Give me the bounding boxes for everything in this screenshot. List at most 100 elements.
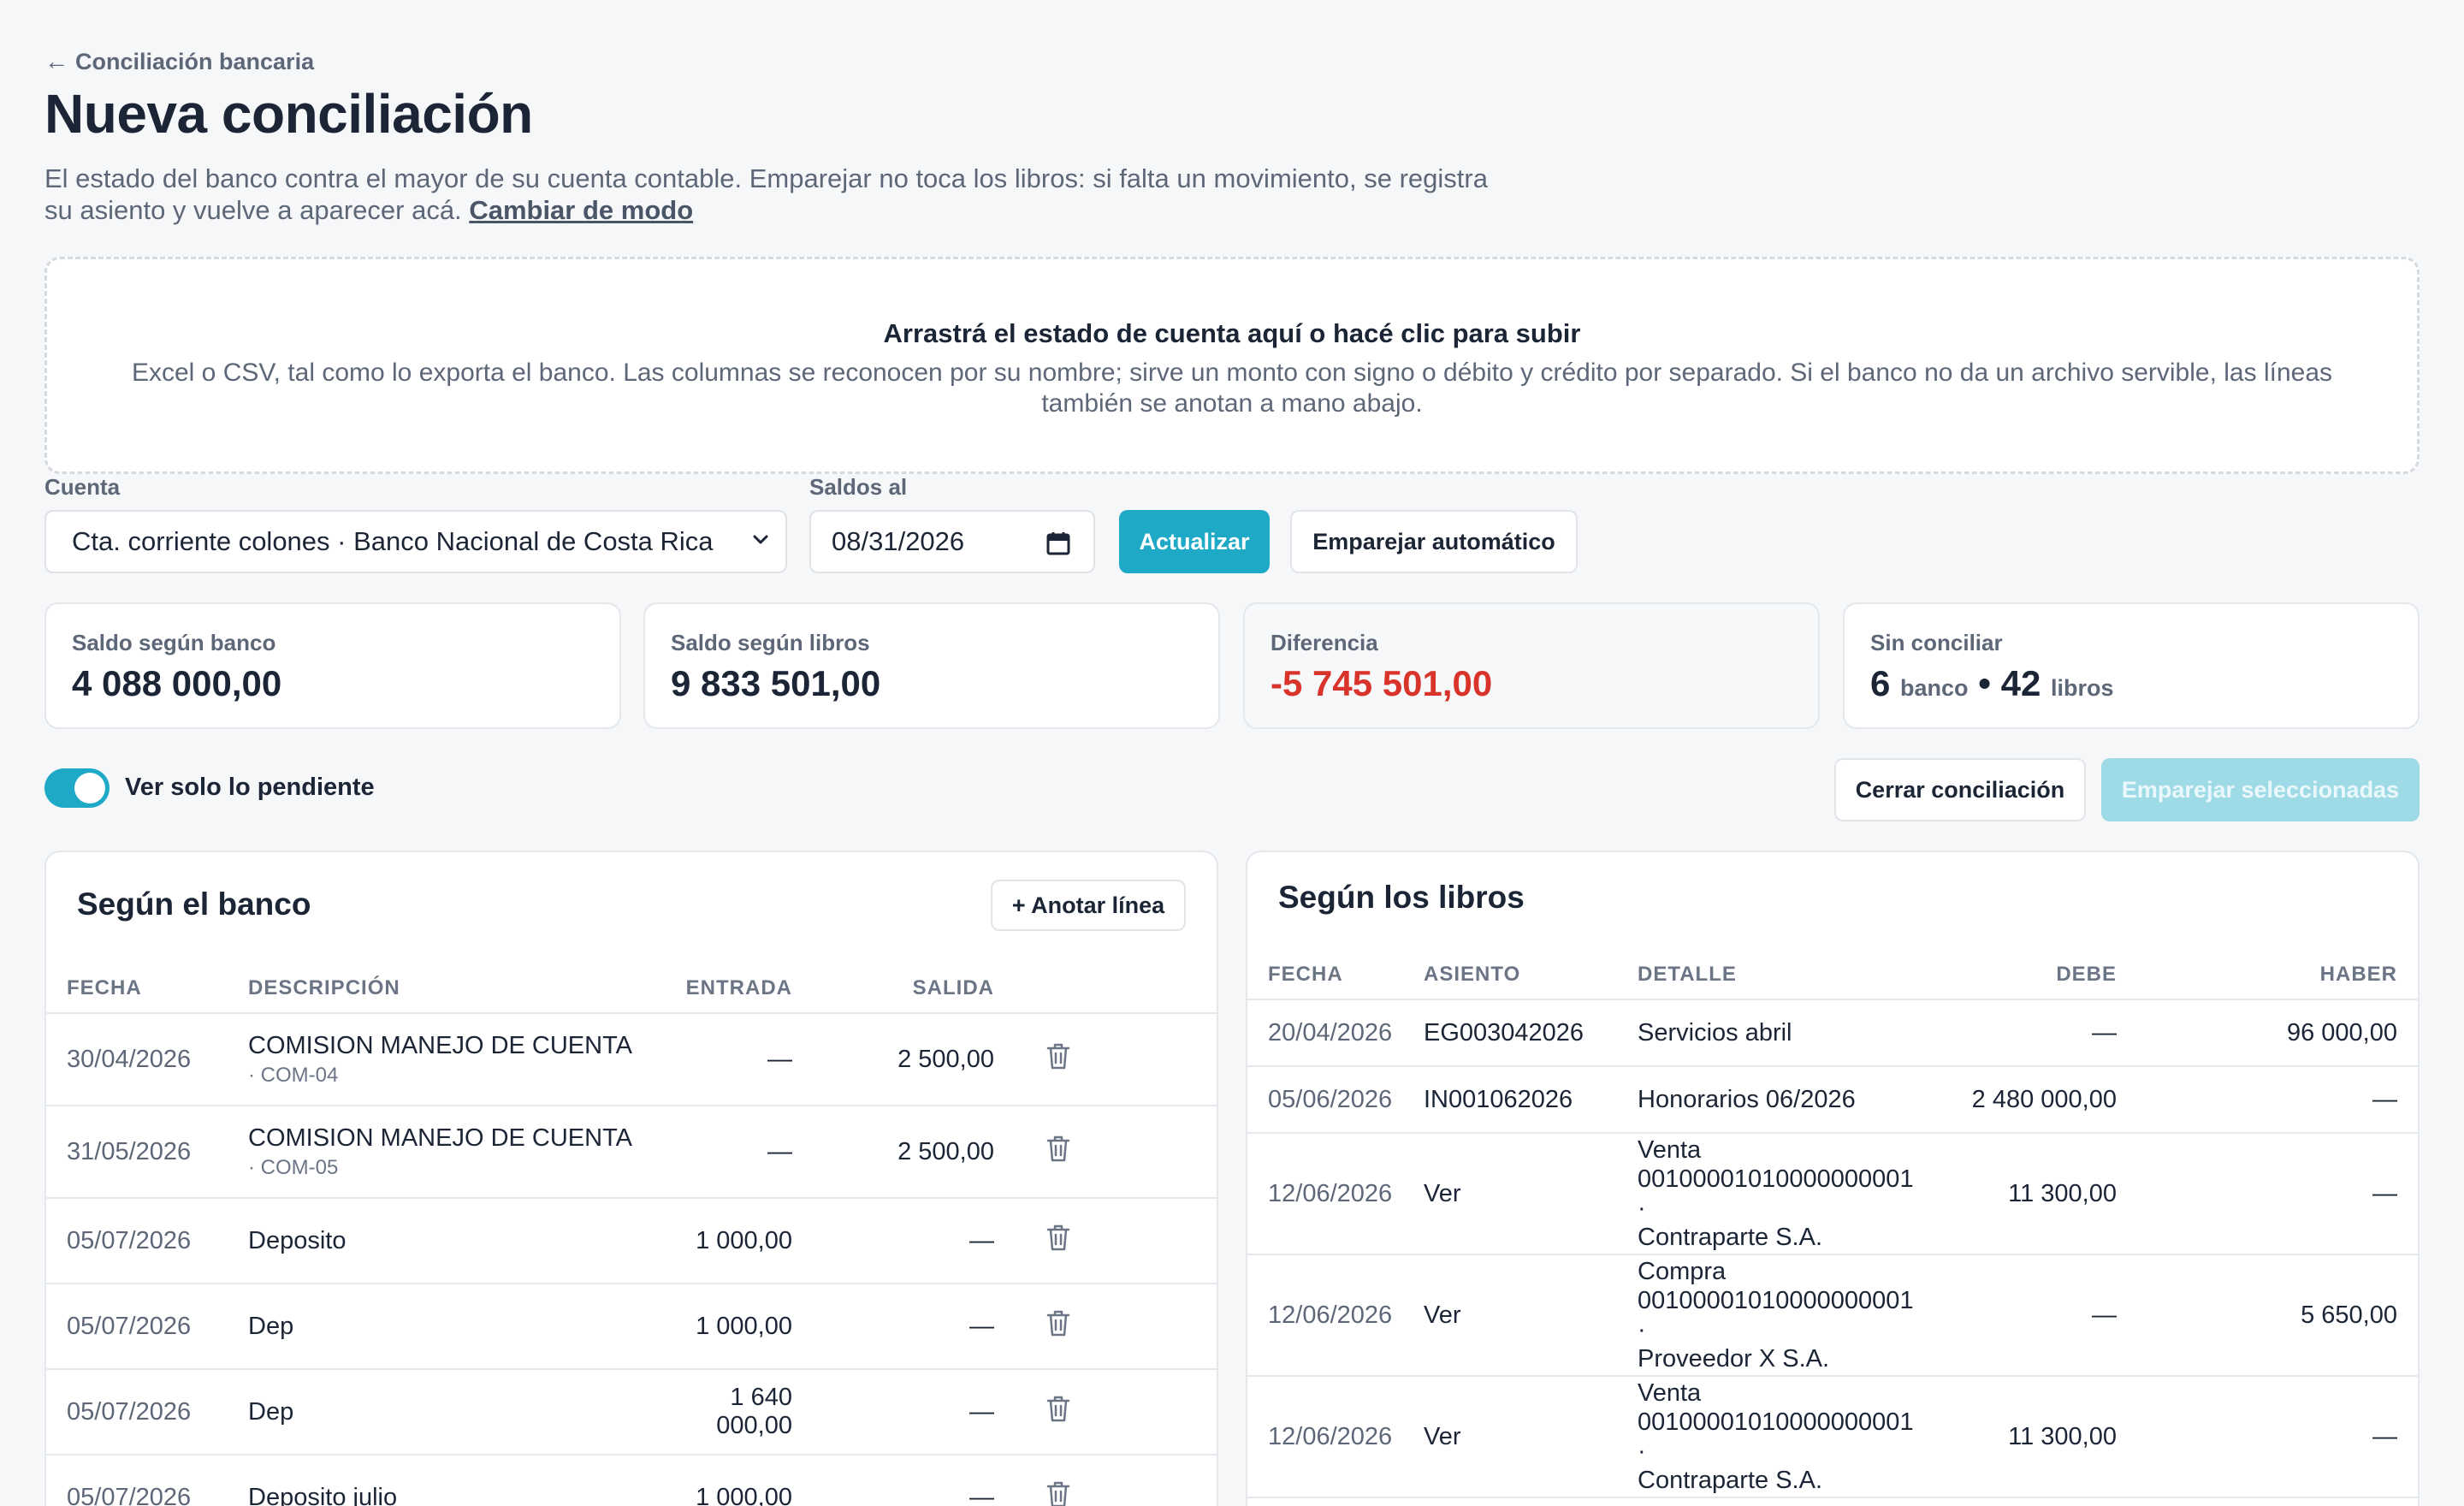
stat-difference: Diferencia -5 745 501,00 <box>1243 602 1820 729</box>
table-row[interactable]: 12/06/2026 Ver Compra 00100001010000000001 … <box>1247 1254 2418 1377</box>
bank-row-description-cell: COMISION MANEJO DE CUENTA · COM-05 <box>248 1106 650 1199</box>
books-row-debit: — <box>1928 999 2117 1067</box>
books-row-entry[interactable]: Ver <box>1424 1254 1638 1377</box>
books-col-date: FECHA <box>1247 950 1424 1000</box>
books-row-detail: Venta 00100001010000000001 · Contraparte S… <box>1638 1376 1928 1498</box>
bank-row-in: 1 000,00 <box>650 1284 792 1370</box>
bank-row-date: 05/07/2026 <box>46 1455 248 1506</box>
bank-row-description-cell: COMISION MANEJO DE CUENTA · COM-04 <box>248 1013 650 1106</box>
bank-row-actions <box>994 1013 1217 1106</box>
balance-date-input[interactable]: 08/31/2026 <box>809 510 1095 573</box>
books-row-detail-line: 00100001010000000001 · <box>1638 1408 1914 1465</box>
stat-books-balance-label: Saldo según libros <box>671 630 870 655</box>
books-row-detail-line: Contraparte S.A. <box>1638 1224 1822 1251</box>
bank-row-out: — <box>792 1369 994 1456</box>
unreconciled-bank-word: banco <box>1900 675 1969 701</box>
trash-icon[interactable] <box>1045 1308 1071 1344</box>
table-row[interactable]: 05/07/2026 Dep 1 640 000,00— <box>46 1369 1217 1456</box>
table-row[interactable]: 05/07/2026 Dep 1 000,00— <box>46 1284 1217 1370</box>
books-row-date: 12/06/2026 <box>1247 1376 1424 1498</box>
books-col-credit: HABER <box>2117 950 2418 1000</box>
bank-panel-title: Según el banco <box>77 886 311 922</box>
stat-unreconciled-label: Sin conciliar <box>1870 630 2003 655</box>
books-row-entry[interactable]: Ver <box>1424 1133 1638 1255</box>
unreconciled-books-count: 42 <box>2000 663 2041 703</box>
books-row-entry[interactable]: Ver <box>1424 1376 1638 1498</box>
books-row-detail-line: Contraparte S.A. <box>1638 1467 1822 1494</box>
books-row-detail-line: Honorarios 06/2026 <box>1638 1086 1856 1113</box>
add-line-button[interactable]: + Anotar línea <box>991 880 1186 931</box>
file-dropzone[interactable]: Arrastrá el estado de cuenta aquí o hacé… <box>44 257 2420 474</box>
bank-row-date: 05/07/2026 <box>46 1369 248 1456</box>
books-row-debit: 2 480 000,00 <box>1928 1066 2117 1134</box>
bank-row-date: 05/07/2026 <box>46 1284 248 1370</box>
trash-icon[interactable] <box>1045 1223 1071 1259</box>
calendar-icon[interactable] <box>1045 531 1071 563</box>
balance-date-value: 08/31/2026 <box>832 526 965 556</box>
books-row-credit: — <box>2117 1133 2418 1255</box>
account-select[interactable]: Cta. corriente colones · Banco Nacional … <box>44 510 787 573</box>
bank-row-actions <box>994 1455 1217 1506</box>
bank-row-description-cell: Dep <box>248 1369 650 1456</box>
table-row[interactable]: 31/05/2026 COMISION MANEJO DE CUENTA · COM… <box>46 1106 1217 1199</box>
page-title: Nueva conciliación <box>44 83 533 145</box>
bank-row-description: COMISION MANEJO DE CUENTA <box>248 1031 632 1059</box>
bank-table: FECHA DESCRIPCIÓN ENTRADA SALIDA 30/04/2… <box>46 963 1217 1506</box>
bank-row-out: — <box>792 1284 994 1370</box>
trash-icon[interactable] <box>1045 1134 1071 1170</box>
bank-col-description: DESCRIPCIÓN <box>248 963 650 1014</box>
books-row-date: 12/06/2026 <box>1247 1254 1424 1377</box>
unreconciled-bank-count: 6 <box>1870 663 1891 703</box>
table-row[interactable]: 05/06/2026 IN001062026 Honorarios 06/2026 2… <box>1247 1066 2418 1134</box>
books-row-detail: Servicios abril <box>1638 999 1928 1067</box>
books-row-credit: — <box>2117 1376 2418 1498</box>
close-reconciliation-button[interactable]: Cerrar conciliación <box>1834 758 2086 821</box>
bank-row-reference: · COM-04 <box>248 1063 339 1087</box>
bank-row-actions <box>994 1198 1217 1284</box>
back-link[interactable]: ← Conciliación bancaria <box>44 48 314 75</box>
change-mode-link[interactable]: Cambiar de modo <box>469 195 693 225</box>
bank-row-out: 2 500,00 <box>792 1013 994 1106</box>
books-row-credit: — <box>2117 1066 2418 1134</box>
bank-row-actions <box>994 1369 1217 1456</box>
books-row-detail-line: Servicios abril <box>1638 1019 1792 1046</box>
books-row-entry: EG003042026 <box>1424 999 1638 1067</box>
chevron-down-icon <box>751 531 770 554</box>
books-row-detail-line: Compra <box>1638 1258 1727 1285</box>
table-row[interactable]: 12/06/2026 Ver Venta 00100001010000000001 ·… <box>1247 1133 2418 1255</box>
back-link-label: Conciliación bancaria <box>75 48 315 74</box>
account-label: Cuenta <box>44 474 121 500</box>
bank-row-actions <box>994 1106 1217 1199</box>
date-label: Saldos al <box>809 474 908 500</box>
stat-books-balance: Saldo según libros 9 833 501,00 <box>643 602 1220 729</box>
stat-difference-label: Diferencia <box>1270 630 1378 655</box>
bank-col-actions <box>994 963 1217 1014</box>
bank-row-description-cell: Deposito julio <box>248 1455 650 1506</box>
bank-row-in: — <box>650 1106 792 1199</box>
bank-row-date: 05/07/2026 <box>46 1198 248 1284</box>
bank-row-date: 31/05/2026 <box>46 1106 248 1199</box>
table-row[interactable]: 05/07/2026 Deposito 1 000,00— <box>46 1198 1217 1284</box>
pending-only-toggle[interactable] <box>44 768 110 808</box>
refresh-button[interactable]: Actualizar <box>1119 510 1270 573</box>
bank-row-description-cell: Deposito <box>248 1198 650 1284</box>
trash-icon[interactable] <box>1045 1479 1071 1506</box>
table-row[interactable]: 30/04/2026 COMISION MANEJO DE CUENTA · COM… <box>46 1013 1217 1106</box>
table-row[interactable]: 20/04/2026 EG003042026 Servicios abril —96 … <box>1247 999 2418 1067</box>
stat-unreconciled: Sin conciliar 6 banco • 42 libros <box>1843 602 2420 729</box>
bank-row-out: 2 500,00 <box>792 1106 994 1199</box>
match-selected-button[interactable]: Emparejar seleccionadas <box>2101 758 2420 821</box>
table-row[interactable]: 12/06/2026 Ver Venta 00100001010000000001 ·… <box>1247 1376 2418 1498</box>
dropzone-title: Arrastrá el estado de cuenta aquí o hacé… <box>883 318 1581 348</box>
stat-bank-balance-value: 4 088 000,00 <box>72 663 282 703</box>
books-col-detail: DETALLE <box>1638 950 1928 1000</box>
auto-match-button[interactable]: Emparejar automático <box>1290 510 1578 573</box>
books-col-debit: DEBE <box>1928 950 2117 1000</box>
bank-row-description: Dep <box>248 1312 294 1340</box>
trash-icon[interactable] <box>1045 1394 1071 1430</box>
table-row[interactable]: 05/07/2026 Deposito julio 1 000,00— <box>46 1455 1217 1506</box>
bank-row-reference: · COM-05 <box>248 1155 339 1179</box>
trash-icon[interactable] <box>1045 1041 1071 1077</box>
bank-row-actions <box>994 1284 1217 1370</box>
stat-difference-value: -5 745 501,00 <box>1270 663 1493 703</box>
